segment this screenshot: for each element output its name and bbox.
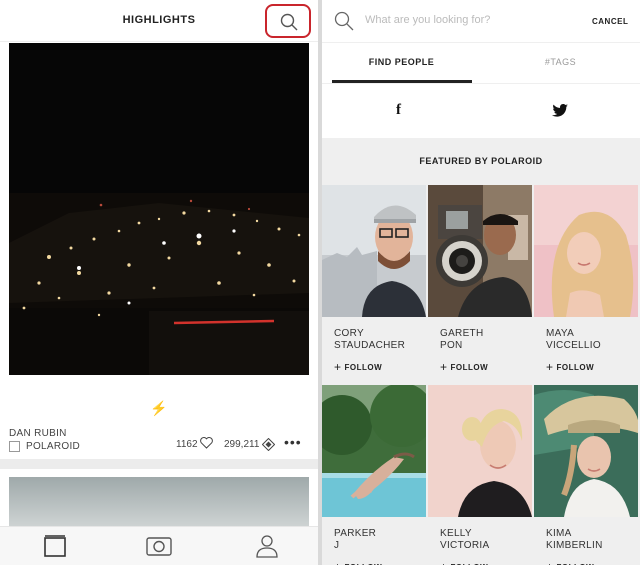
person-first-name: GARETH (440, 328, 484, 339)
highlights-screen: HIGHLIGHTS ⚡ DAN RUBIN POLAROID 1162 299… (0, 0, 318, 565)
tab-tags[interactable]: #TAGS (481, 57, 640, 67)
person-last-name: J (334, 540, 340, 551)
search-button[interactable] (265, 4, 311, 38)
search-bar: What are you looking for? CANCEL (322, 0, 640, 42)
person-photo[interactable] (534, 385, 638, 517)
featured-heading: FEATURED BY POLAROID (419, 156, 543, 166)
facebook-icon[interactable]: f (396, 102, 401, 119)
person-last-name: KIMBERLIN (546, 540, 603, 551)
follow-button[interactable]: +FOLLOW (440, 559, 488, 565)
divider (0, 459, 318, 469)
search-icon (334, 11, 354, 31)
person-name: KELLY VICTORIA (440, 528, 530, 552)
plus-icon: + (334, 360, 342, 374)
plus-icon: + (440, 560, 448, 565)
more-icon[interactable]: ••• (284, 434, 302, 450)
person-first-name: KIMA (546, 528, 572, 539)
post-author[interactable]: DAN RUBIN (9, 428, 67, 439)
twitter-icon[interactable] (552, 104, 568, 117)
person-photo[interactable] (322, 385, 426, 517)
search-icon (280, 13, 298, 31)
search-tabs: FIND PEOPLE #TAGS (322, 43, 640, 83)
header-bar: HIGHLIGHTS (0, 0, 318, 42)
diamond-icon (262, 438, 275, 451)
views-count: 299,211 (224, 439, 260, 450)
person-name: GARETH PON (440, 328, 530, 352)
bolt-icon: ⚡ (150, 400, 168, 416)
follow-label: FOLLOW (450, 363, 489, 372)
bottom-tab-bar (0, 526, 318, 565)
plus-icon: + (334, 560, 342, 565)
person-name: KIMA KIMBERLIN (546, 528, 636, 552)
active-tab-indicator (332, 80, 472, 83)
source-icon (9, 441, 20, 452)
person-name: MAYA VICCELLIO (546, 328, 636, 352)
person-photo[interactable] (534, 185, 638, 317)
person-name: CORY STAUDACHER (334, 328, 424, 352)
tab-find-people[interactable]: FIND PEOPLE (322, 57, 481, 67)
person-name: PARKER J (334, 528, 424, 552)
search-screen: What are you looking for? CANCEL FIND PE… (322, 0, 640, 565)
post-photo[interactable] (9, 43, 309, 375)
post-source[interactable]: POLAROID (26, 441, 80, 452)
plus-icon: + (546, 560, 554, 565)
plus-icon: + (546, 360, 554, 374)
person-first-name: MAYA (546, 328, 575, 339)
person-last-name: STAUDACHER (334, 340, 406, 351)
person-last-name: PON (440, 340, 463, 351)
person-last-name: VICTORIA (440, 540, 490, 551)
heart-icon[interactable] (200, 437, 213, 449)
follow-button[interactable]: +FOLLOW (334, 559, 382, 565)
social-connect-row: f (322, 84, 640, 138)
follow-button[interactable]: +FOLLOW (546, 559, 594, 565)
camera-tab-icon[interactable] (144, 533, 174, 559)
follow-button[interactable]: +FOLLOW (334, 359, 383, 374)
person-last-name: VICCELLIO (546, 340, 601, 351)
follow-label: FOLLOW (556, 363, 595, 372)
follow-button[interactable]: +FOLLOW (546, 359, 595, 374)
person-first-name: CORY (334, 328, 364, 339)
person-photo[interactable] (428, 385, 532, 517)
feed-tab-icon[interactable] (40, 533, 70, 559)
plus-icon: + (440, 360, 448, 374)
profile-tab-icon[interactable] (252, 533, 282, 559)
person-first-name: PARKER (334, 528, 377, 539)
cancel-button[interactable]: CANCEL (592, 17, 628, 26)
likes-count: 1162 (176, 439, 198, 450)
search-input[interactable]: What are you looking for? (365, 14, 490, 26)
person-first-name: KELLY (440, 528, 472, 539)
follow-label: FOLLOW (344, 363, 383, 372)
person-photo[interactable] (428, 185, 532, 317)
follow-button[interactable]: +FOLLOW (440, 359, 489, 374)
person-photo[interactable] (322, 185, 426, 317)
